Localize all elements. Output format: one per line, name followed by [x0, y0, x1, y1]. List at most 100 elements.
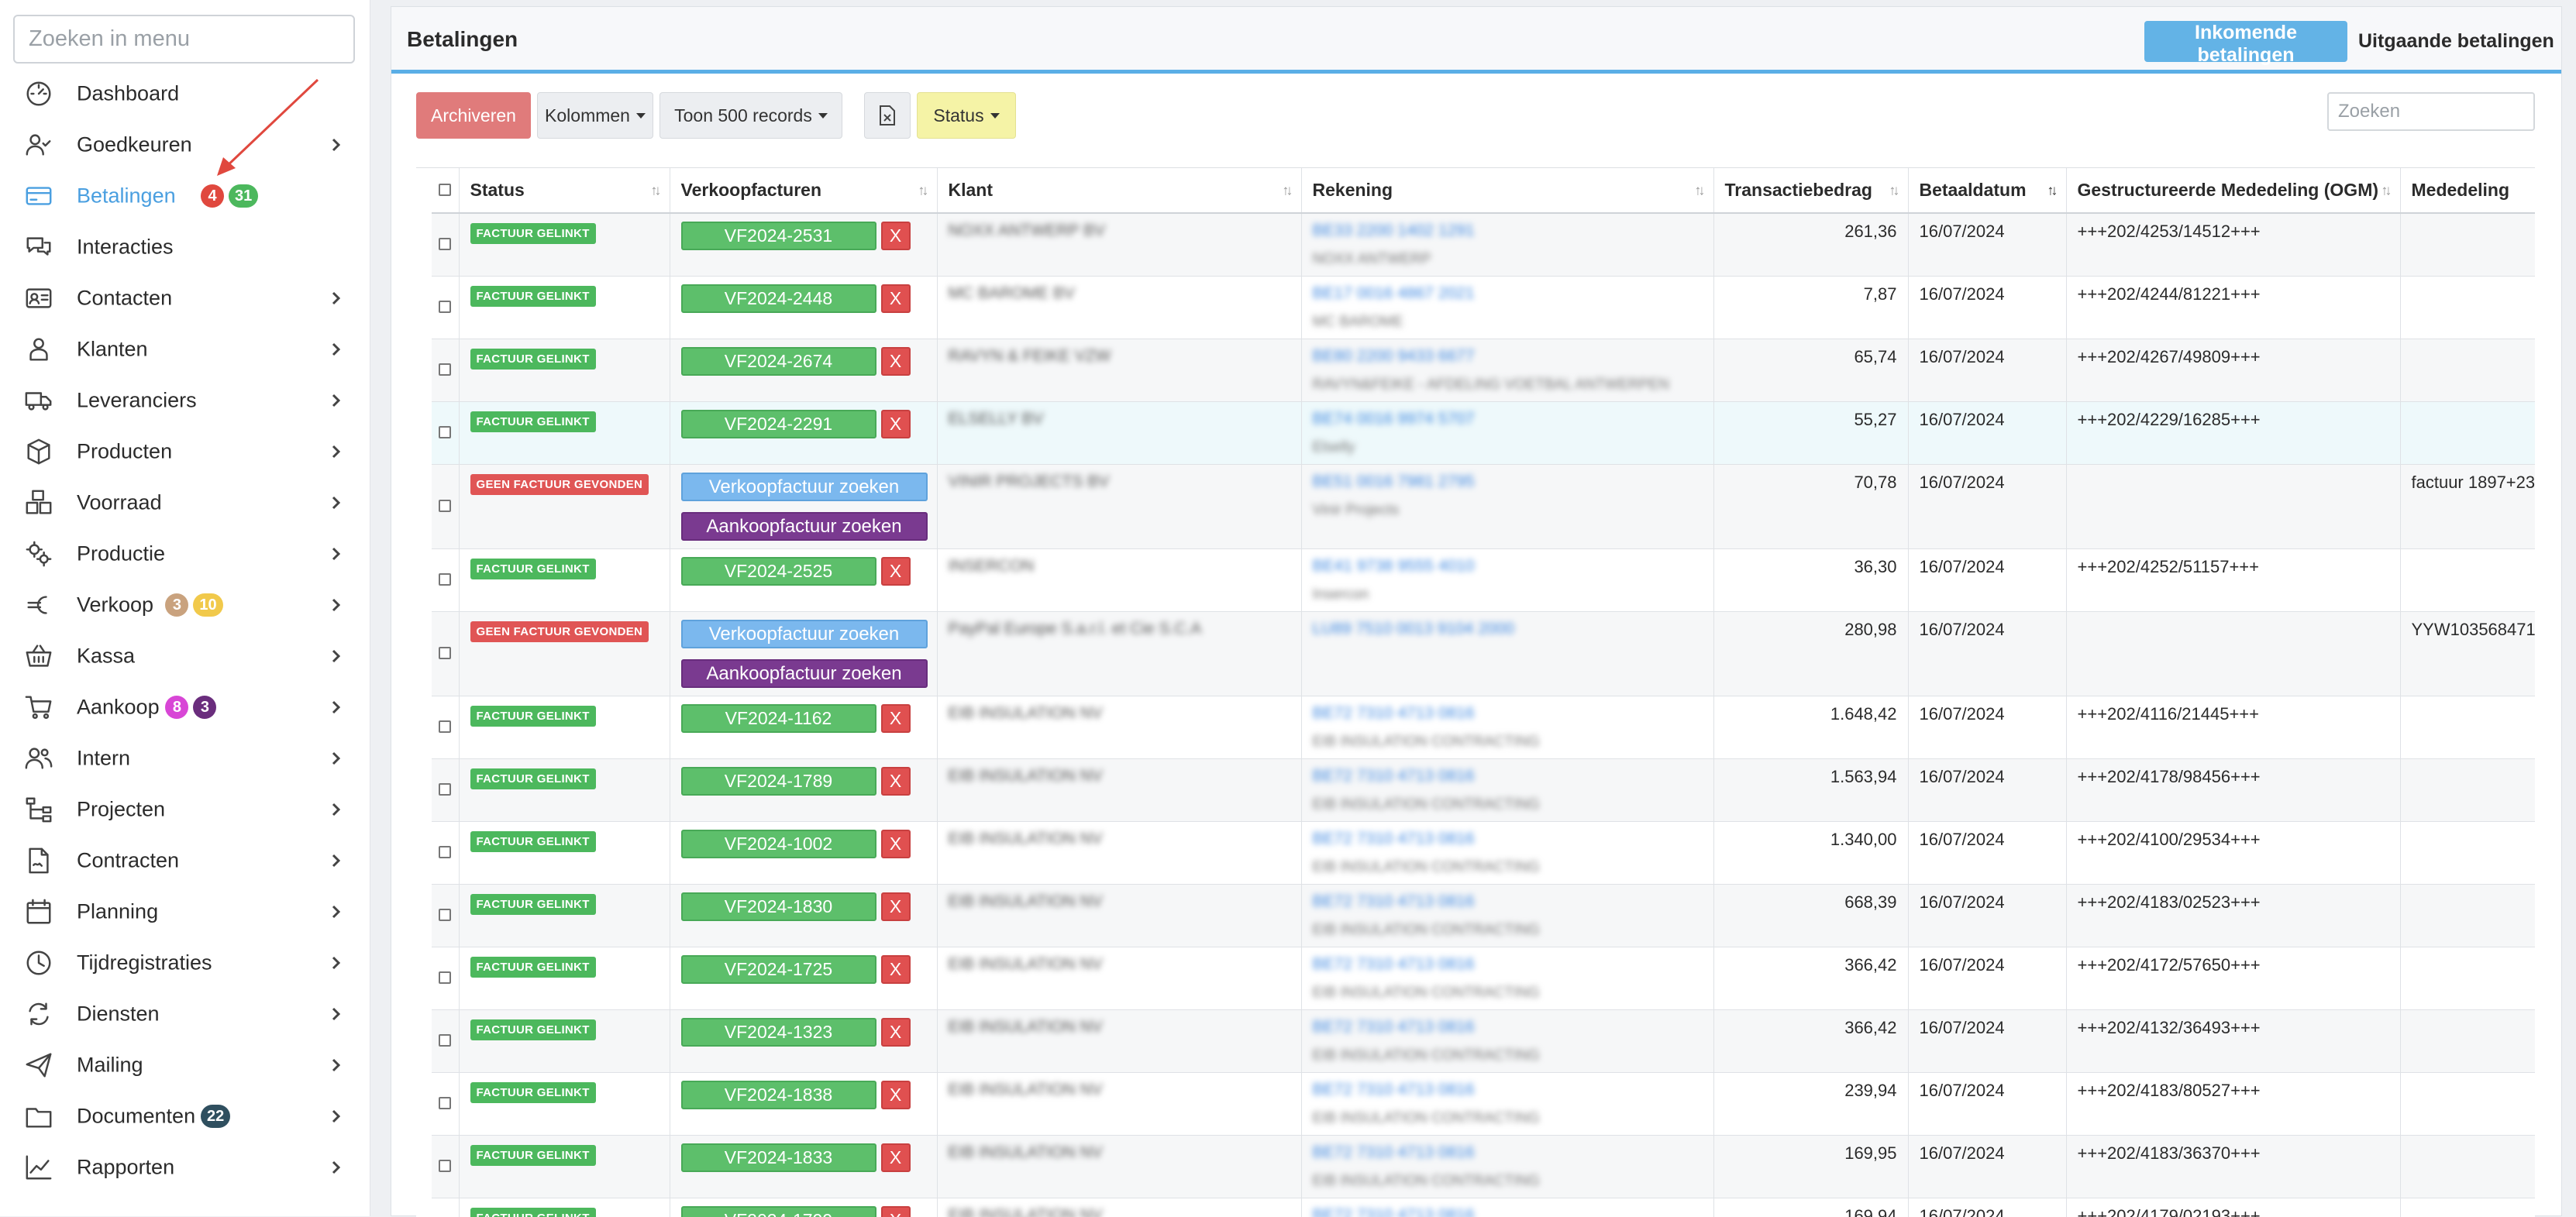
account-number-link[interactable]: BE72 7310 4713 0816	[1313, 767, 1703, 786]
invoice-link-button[interactable]: VF2024-1833	[681, 1143, 876, 1172]
table-search-input[interactable]	[2327, 92, 2535, 131]
unlink-invoice-button[interactable]: X	[881, 284, 911, 313]
column-header-invoices[interactable]: Verkoopfacturen↑↓	[670, 168, 937, 213]
row-checkbox[interactable]	[439, 909, 451, 921]
columns-dropdown-button[interactable]: Kolommen	[537, 92, 653, 139]
table-row[interactable]: FACTUUR GELINKTVF2024-1838XEIB INSULATIO…	[416, 1073, 2535, 1136]
column-header-amount[interactable]: Transactiebedrag↑↓	[1713, 168, 1908, 213]
unlink-invoice-button[interactable]: X	[881, 1018, 911, 1047]
sidebar-item-diensten[interactable]: Diensten	[0, 988, 370, 1040]
invoice-link-button[interactable]: VF2024-2674	[681, 347, 876, 376]
account-number-link[interactable]: BE72 7310 4713 0816	[1313, 1081, 1703, 1099]
search-purchase-invoice-button[interactable]: Aankoopfactuur zoeken	[681, 659, 928, 688]
search-sales-invoice-button[interactable]: Verkoopfactuur zoeken	[681, 473, 928, 501]
invoice-link-button[interactable]: VF2024-2525	[681, 557, 876, 586]
row-checkbox[interactable]	[439, 783, 451, 796]
row-checkbox[interactable]	[439, 238, 451, 250]
excel-export-button[interactable]	[864, 92, 911, 139]
sidebar-item-kassa[interactable]: Kassa	[0, 631, 370, 682]
unlink-invoice-button[interactable]: X	[881, 410, 911, 438]
invoice-link-button[interactable]: VF2024-1323	[681, 1018, 876, 1047]
row-checkbox-cell[interactable]	[432, 1136, 459, 1198]
row-checkbox[interactable]	[439, 363, 451, 376]
sidebar-item-planning[interactable]: Planning	[0, 886, 370, 937]
menu-search-input[interactable]	[13, 15, 355, 64]
sidebar-item-producten[interactable]: Producten	[0, 426, 370, 477]
row-checkbox-cell[interactable]	[432, 1198, 459, 1217]
row-checkbox[interactable]	[439, 573, 451, 586]
row-checkbox[interactable]	[439, 1034, 451, 1047]
invoice-link-button[interactable]: VF2024-1162	[681, 704, 876, 733]
row-checkbox[interactable]	[439, 846, 451, 858]
invoice-link-button[interactable]: VF2024-2448	[681, 284, 876, 313]
sidebar-item-mailing[interactable]: Mailing	[0, 1040, 370, 1091]
row-checkbox-cell[interactable]	[432, 885, 459, 947]
unlink-invoice-button[interactable]: X	[881, 222, 911, 250]
sidebar-item-interacties[interactable]: Interacties	[0, 222, 370, 273]
account-number-link[interactable]: BE80 2200 9433 6677	[1313, 347, 1703, 366]
sidebar-item-aankoop[interactable]: Aankoop83	[0, 682, 370, 733]
invoice-link-button[interactable]: VF2024-2291	[681, 410, 876, 438]
table-row[interactable]: GEEN FACTUUR GEVONDENVerkoopfactuur zoek…	[416, 465, 2535, 549]
account-number-link[interactable]: BE17 0016 4867 2021	[1313, 284, 1703, 303]
table-row[interactable]: GEEN FACTUUR GEVONDENVerkoopfactuur zoek…	[416, 612, 2535, 696]
row-checkbox-cell[interactable]	[432, 822, 459, 885]
unlink-invoice-button[interactable]: X	[881, 955, 911, 984]
column-header-ogm[interactable]: Gestructureerde Mededeling (OGM)↑↓	[2066, 168, 2400, 213]
row-checkbox[interactable]	[439, 1160, 451, 1172]
sidebar-item-verkoop[interactable]: Verkoop310	[0, 579, 370, 631]
sidebar-item-contracten[interactable]: Contracten	[0, 835, 370, 886]
unlink-invoice-button[interactable]: X	[881, 1143, 911, 1172]
invoice-link-button[interactable]: VF2024-1002	[681, 830, 876, 858]
account-number-link[interactable]: BE41 9738 9555 4010	[1313, 557, 1703, 576]
invoice-link-button[interactable]: VF2024-2531	[681, 222, 876, 250]
row-checkbox-cell[interactable]	[432, 612, 459, 696]
unlink-invoice-button[interactable]: X	[881, 347, 911, 376]
incoming-payments-button[interactable]: Inkomende betalingen	[2144, 21, 2347, 62]
select-all-checkbox[interactable]	[439, 184, 451, 196]
account-number-link[interactable]: LU89 7510 0013 9104 2000	[1313, 620, 1703, 638]
search-sales-invoice-button[interactable]: Verkoopfactuur zoeken	[681, 620, 928, 648]
sidebar-item-documenten[interactable]: Documenten22	[0, 1091, 370, 1142]
row-checkbox-cell[interactable]	[432, 696, 459, 759]
row-checkbox-cell[interactable]	[432, 947, 459, 1010]
sort-icon[interactable]: ↑↓	[1695, 182, 1703, 198]
unlink-invoice-button[interactable]: X	[881, 1206, 911, 1217]
row-checkbox-cell[interactable]	[432, 277, 459, 339]
table-row[interactable]: FACTUUR GELINKTVF2024-1002XEIB INSULATIO…	[416, 822, 2535, 885]
column-header-account[interactable]: Rekening↑↓	[1301, 168, 1713, 213]
account-number-link[interactable]: BE72 7310 4713 0816	[1313, 830, 1703, 848]
account-number-link[interactable]: BE74 0016 9974 5707	[1313, 410, 1703, 428]
table-row[interactable]: FACTUUR GELINKTVF2024-2525XINSERCONBE41 …	[416, 549, 2535, 612]
sort-icon[interactable]: ↑↓	[1889, 182, 1897, 198]
unlink-invoice-button[interactable]: X	[881, 892, 911, 921]
unlink-invoice-button[interactable]: X	[881, 767, 911, 796]
sidebar-item-rapporten[interactable]: Rapporten	[0, 1142, 370, 1193]
unlink-invoice-button[interactable]: X	[881, 704, 911, 733]
row-checkbox-cell[interactable]	[432, 759, 459, 822]
account-number-link[interactable]: BE72 7310 4713 0816	[1313, 1143, 1703, 1162]
unlink-invoice-button[interactable]: X	[881, 557, 911, 586]
account-number-link[interactable]: BE33 2200 1402 1291	[1313, 222, 1703, 240]
table-row[interactable]: FACTUUR GELINKTVF2024-1162XEIB INSULATIO…	[416, 696, 2535, 759]
outgoing-payments-button[interactable]: Uitgaande betalingen	[2352, 21, 2561, 62]
sidebar-item-klanten[interactable]: Klanten	[0, 324, 370, 375]
sort-icon[interactable]: ↑↓	[918, 182, 926, 198]
sort-desc-icon[interactable]: ↑↓	[2047, 182, 2055, 198]
column-header-client[interactable]: Klant↑↓	[937, 168, 1301, 213]
table-row[interactable]: FACTUUR GELINKTVF2024-1833XEIB INSULATIO…	[416, 1136, 2535, 1198]
column-header-status[interactable]: Status↑↓	[459, 168, 670, 213]
sort-icon[interactable]: ↑↓	[2381, 182, 2389, 198]
column-header-message[interactable]: Mededeling	[2400, 168, 2535, 213]
row-checkbox-cell[interactable]	[432, 402, 459, 465]
row-checkbox-cell[interactable]	[432, 213, 459, 277]
invoice-link-button[interactable]: VF2024-1789	[681, 767, 876, 796]
row-checkbox-cell[interactable]	[432, 465, 459, 549]
column-header-paydate[interactable]: Betaaldatum↑↓	[1908, 168, 2066, 213]
unlink-invoice-button[interactable]: X	[881, 830, 911, 858]
sidebar-item-productie[interactable]: Productie	[0, 528, 370, 579]
sort-icon[interactable]: ↑↓	[651, 182, 659, 198]
table-row[interactable]: FACTUUR GELINKTVF2024-1789XEIB INSULATIO…	[416, 759, 2535, 822]
row-checkbox-cell[interactable]	[432, 339, 459, 402]
invoice-link-button[interactable]: VF2024-1799	[681, 1206, 876, 1217]
